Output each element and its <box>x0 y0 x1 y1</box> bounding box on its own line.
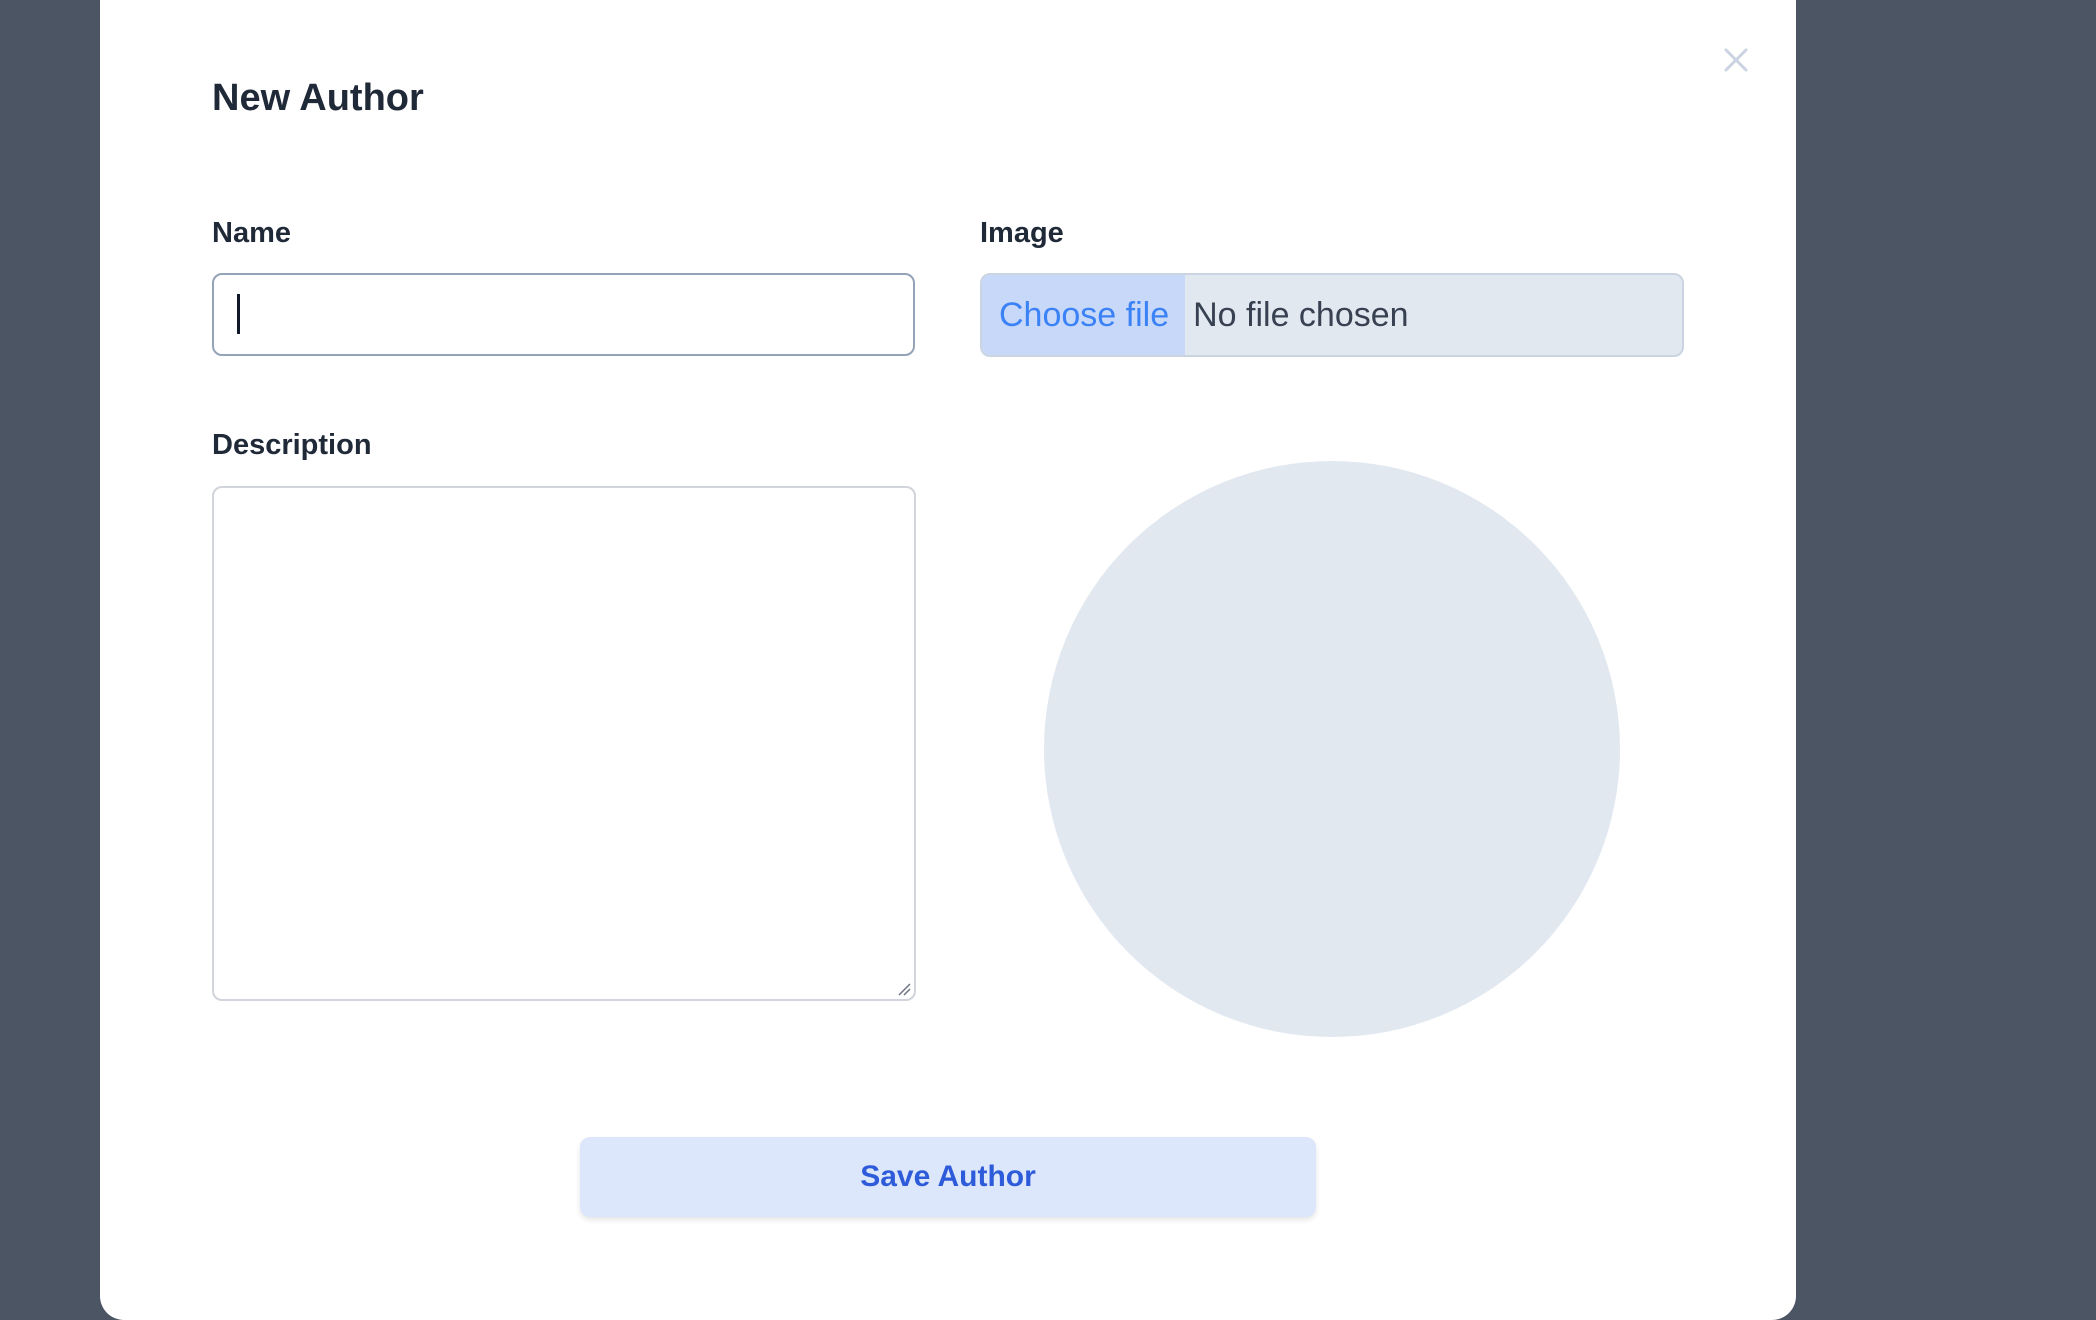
avatar-preview-placeholder <box>1044 461 1620 1037</box>
modal-title: New Author <box>212 77 424 119</box>
name-label: Name <box>212 217 291 249</box>
name-input[interactable] <box>212 273 915 356</box>
save-author-button[interactable]: Save Author <box>580 1137 1316 1217</box>
file-status-text: No file chosen <box>1193 295 1409 334</box>
resize-handle-icon[interactable] <box>896 981 912 997</box>
close-icon <box>1724 48 1748 72</box>
description-textarea[interactable] <box>212 486 916 1001</box>
image-file-input[interactable]: Choose file No file chosen <box>980 273 1684 357</box>
choose-file-button[interactable]: Choose file <box>982 275 1186 355</box>
close-button[interactable] <box>1718 42 1754 78</box>
text-caret <box>237 294 240 334</box>
new-author-modal: New Author Name Image Choose file No fil… <box>100 0 1796 1320</box>
description-label: Description <box>212 429 372 461</box>
image-label: Image <box>980 217 1064 249</box>
